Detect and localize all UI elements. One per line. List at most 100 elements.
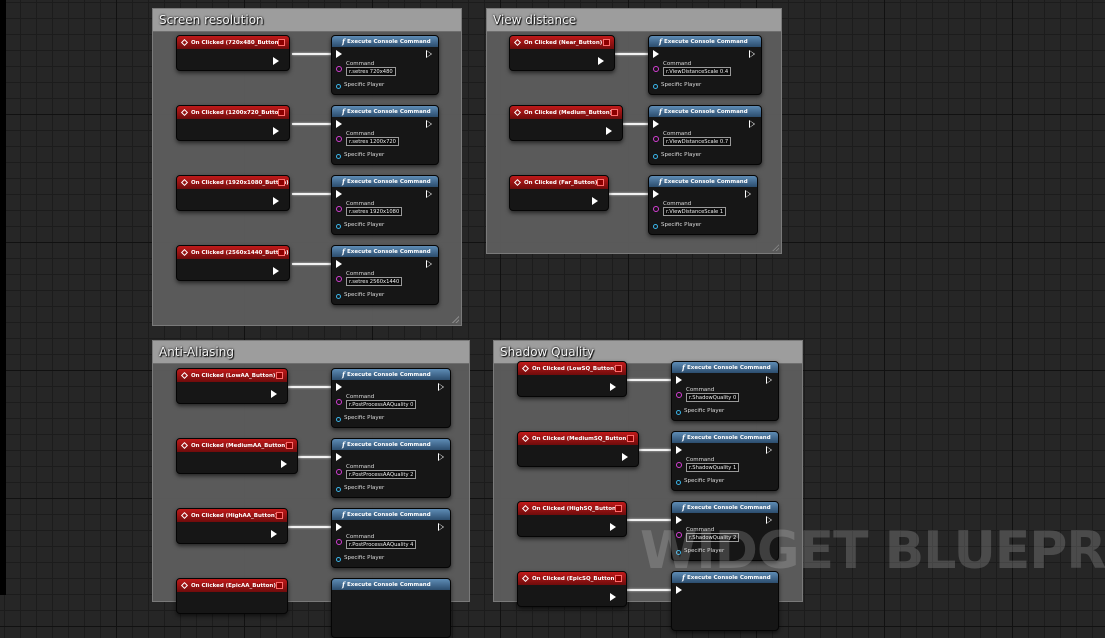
command-input[interactable]: r.ViewDistanceScale 0.7 bbox=[663, 137, 732, 146]
specific-player-pin[interactable] bbox=[336, 487, 341, 492]
event-node[interactable]: On Clicked (EpicAA_Button) bbox=[176, 578, 288, 614]
command-pin[interactable] bbox=[653, 206, 659, 212]
delegate-pin[interactable] bbox=[278, 109, 285, 116]
delegate-pin[interactable] bbox=[276, 512, 283, 519]
specific-player-pin[interactable] bbox=[336, 224, 341, 229]
execute-console-command-node[interactable]: f Execute Console Command Command r.setre… bbox=[331, 175, 439, 235]
event-node[interactable]: On Clicked (HighAA_Button) bbox=[176, 508, 288, 544]
exec-in-pin[interactable] bbox=[336, 383, 342, 391]
exec-in-pin[interactable] bbox=[336, 260, 342, 268]
command-pin[interactable] bbox=[336, 539, 342, 545]
execute-console-command-node[interactable]: f Execute Console Command Command r.ViewD… bbox=[648, 105, 762, 165]
exec-out-pin[interactable] bbox=[273, 57, 279, 65]
exec-in-pin[interactable] bbox=[676, 586, 682, 594]
execute-console-command-node[interactable]: f Execute Console Command Command r.ViewD… bbox=[648, 35, 762, 95]
exec-out-pin[interactable] bbox=[281, 460, 287, 468]
exec-then-pin[interactable] bbox=[749, 120, 755, 128]
exec-wire[interactable] bbox=[283, 386, 337, 388]
command-input[interactable]: r.ShadowQuality 1 bbox=[686, 463, 740, 472]
exec-then-pin[interactable] bbox=[426, 260, 432, 268]
event-node[interactable]: On Clicked (LowAA_Button) bbox=[176, 368, 288, 404]
exec-then-pin[interactable] bbox=[438, 523, 444, 531]
event-node[interactable]: On Clicked (Near_Button) bbox=[509, 35, 615, 71]
exec-out-pin[interactable] bbox=[622, 453, 628, 461]
exec-out-pin[interactable] bbox=[598, 57, 604, 65]
exec-out-pin[interactable] bbox=[271, 390, 277, 398]
specific-player-pin[interactable] bbox=[653, 84, 658, 89]
exec-in-pin[interactable] bbox=[676, 446, 682, 454]
delegate-pin[interactable] bbox=[278, 249, 285, 256]
comment-title[interactable]: View distance bbox=[487, 9, 781, 32]
event-node[interactable]: On Clicked (1200x720_Button) bbox=[176, 105, 290, 141]
execute-console-command-node[interactable]: f Execute Console Command bbox=[331, 578, 451, 638]
command-input[interactable]: r.ViewDistanceScale 1 bbox=[663, 207, 727, 216]
command-pin[interactable] bbox=[676, 392, 682, 398]
exec-out-pin[interactable] bbox=[273, 127, 279, 135]
command-pin[interactable] bbox=[653, 66, 659, 72]
command-pin[interactable] bbox=[653, 136, 659, 142]
command-pin[interactable] bbox=[336, 136, 342, 142]
exec-then-pin[interactable] bbox=[766, 376, 772, 384]
delegate-pin[interactable] bbox=[615, 365, 622, 372]
specific-player-pin[interactable] bbox=[653, 224, 658, 229]
command-input[interactable]: r.setres 720x480 bbox=[346, 67, 396, 76]
event-node[interactable]: On Clicked (MediumAA_Button) bbox=[176, 438, 298, 474]
event-node[interactable]: On Clicked (720x480_Button) bbox=[176, 35, 290, 71]
exec-in-pin[interactable] bbox=[336, 453, 342, 461]
execute-console-command-node[interactable]: f Execute Console Command Command r.PostP… bbox=[331, 438, 451, 498]
exec-out-pin[interactable] bbox=[273, 197, 279, 205]
exec-wire[interactable] bbox=[283, 526, 337, 528]
exec-then-pin[interactable] bbox=[426, 50, 432, 58]
execute-console-command-node[interactable]: f Execute Console Command Command r.setre… bbox=[331, 105, 439, 165]
execute-console-command-node[interactable]: f Execute Console Command Command r.Shado… bbox=[671, 431, 779, 491]
delegate-pin[interactable] bbox=[278, 179, 285, 186]
resize-grip[interactable] bbox=[452, 316, 459, 323]
command-input[interactable]: r.setres 1920x1080 bbox=[346, 207, 403, 216]
command-input[interactable]: r.PostProcessAAQuality 0 bbox=[346, 400, 417, 409]
execute-console-command-node[interactable]: f Execute Console Command Command r.PostP… bbox=[331, 368, 451, 428]
exec-out-pin[interactable] bbox=[606, 127, 612, 135]
delegate-pin[interactable] bbox=[276, 372, 283, 379]
command-pin[interactable] bbox=[336, 206, 342, 212]
event-node[interactable]: On Clicked (EpicSQ_Button) bbox=[517, 571, 627, 607]
delegate-pin[interactable] bbox=[278, 39, 285, 46]
resize-grip[interactable] bbox=[772, 244, 779, 251]
execute-console-command-node[interactable]: f Execute Console Command Command r.ViewD… bbox=[648, 175, 758, 235]
specific-player-pin[interactable] bbox=[336, 154, 341, 159]
exec-then-pin[interactable] bbox=[426, 190, 432, 198]
specific-player-pin[interactable] bbox=[336, 417, 341, 422]
exec-wire[interactable] bbox=[621, 379, 677, 381]
exec-out-pin[interactable] bbox=[610, 523, 616, 531]
execute-console-command-node[interactable]: f Execute Console Command Command r.PostP… bbox=[331, 508, 451, 568]
exec-in-pin[interactable] bbox=[653, 120, 659, 128]
exec-in-pin[interactable] bbox=[336, 190, 342, 198]
exec-out-pin[interactable] bbox=[273, 267, 279, 275]
specific-player-pin[interactable] bbox=[653, 154, 658, 159]
exec-then-pin[interactable] bbox=[749, 50, 755, 58]
specific-player-pin[interactable] bbox=[676, 410, 681, 415]
command-input[interactable]: r.setres 1200x720 bbox=[346, 137, 399, 146]
event-node[interactable]: On Clicked (Far_Button) bbox=[509, 175, 609, 211]
specific-player-pin[interactable] bbox=[336, 84, 341, 89]
command-input[interactable]: r.PostProcessAAQuality 2 bbox=[346, 470, 417, 479]
exec-in-pin[interactable] bbox=[336, 523, 342, 531]
exec-out-pin[interactable] bbox=[610, 593, 616, 601]
exec-in-pin[interactable] bbox=[676, 376, 682, 384]
command-pin[interactable] bbox=[336, 469, 342, 475]
delegate-pin[interactable] bbox=[603, 39, 610, 46]
delegate-pin[interactable] bbox=[276, 582, 283, 589]
exec-then-pin[interactable] bbox=[438, 453, 444, 461]
command-input[interactable]: r.setres 2560x1440 bbox=[346, 277, 403, 286]
command-pin[interactable] bbox=[336, 66, 342, 72]
event-node[interactable]: On Clicked (2560x1440_Button) bbox=[176, 245, 290, 281]
comment-title[interactable]: Screen resolution bbox=[153, 9, 461, 32]
specific-player-pin[interactable] bbox=[336, 294, 341, 299]
exec-in-pin[interactable] bbox=[336, 50, 342, 58]
event-node[interactable]: On Clicked (1920x1080_Button) bbox=[176, 175, 290, 211]
exec-then-pin[interactable] bbox=[426, 120, 432, 128]
event-node[interactable]: On Clicked (HighSQ_Button) bbox=[517, 501, 627, 537]
execute-console-command-node[interactable]: f Execute Console Command Command r.Shado… bbox=[671, 361, 779, 421]
command-pin[interactable] bbox=[336, 276, 342, 282]
exec-in-pin[interactable] bbox=[336, 120, 342, 128]
exec-out-pin[interactable] bbox=[610, 383, 616, 391]
